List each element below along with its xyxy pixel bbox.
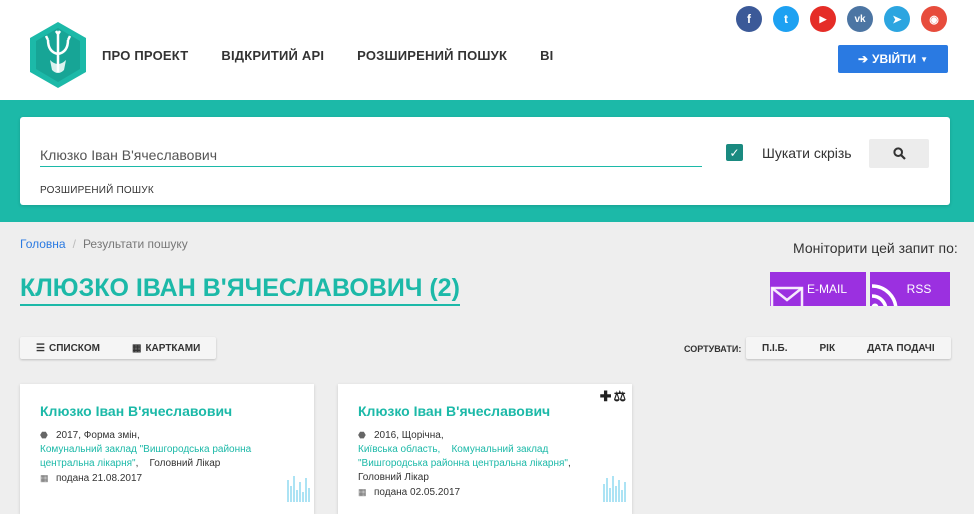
view-toggle-group: ☰ СПИСКОМ ▦ КАРТКАМИ <box>20 337 217 359</box>
result-card[interactable]: Клюзко Іван В'ячеславович ⬣ 2017, Форма з… <box>20 384 314 514</box>
calendar-icon: ▦ <box>40 473 49 483</box>
sort-label: СОРТУВАТИ: <box>684 344 742 354</box>
monitor-rss-button[interactable]: RSS <box>870 272 950 306</box>
list-icon: ☰ <box>36 342 45 354</box>
site-header: ПРО ПРОЕКТ ВІДКРИТИЙ API РОЗШИРЕНИЙ ПОШУ… <box>0 0 974 100</box>
rss-feed-icon <box>871 284 898 306</box>
nav-about[interactable]: ПРО ПРОЕКТ <box>102 48 188 63</box>
sort-by-name[interactable]: П.І.Б. <box>746 337 804 359</box>
search-band: ✓ Шукати скрізь РОЗШИРЕНИЙ ПОШУК <box>0 100 974 222</box>
monitor-label: Моніторити цей запит по: <box>793 240 958 256</box>
page-title: КЛЮЗКО ІВАН В'ЯЧЕСЛАВОВИЧ (2) <box>20 274 460 306</box>
telegram-icon[interactable]: ➤ <box>884 6 910 32</box>
social-links: f t ▶ vk ➤ ◉ <box>736 6 947 32</box>
card-person-name[interactable]: Клюзко Іван В'ячеславович <box>358 403 550 419</box>
nav-open-api[interactable]: ВІДКРИТИЙ API <box>221 48 324 63</box>
sort-by-year[interactable]: РІК <box>804 337 852 359</box>
barcode-icon <box>603 476 626 502</box>
nav-bi[interactable]: BI <box>540 48 553 63</box>
search-input[interactable] <box>40 143 702 167</box>
grid-icon: ▦ <box>132 342 142 354</box>
breadcrumb-current: Результати пошуку <box>82 237 188 251</box>
view-cards-button[interactable]: ▦ КАРТКАМИ <box>116 337 216 359</box>
monitor-email-button[interactable]: E-MAIL <box>770 272 866 306</box>
card-meta: ⬣ 2016, Щорічна, Київська область, Комуна… <box>358 430 571 498</box>
rss-icon[interactable]: ◉ <box>921 6 947 32</box>
sort-group: П.І.Б. РІК ДАТА ПОДАЧІ <box>746 337 951 359</box>
scales-icon[interactable]: ⚖ <box>613 388 626 405</box>
card-region-link[interactable]: Київська область, <box>358 444 440 455</box>
checkmark-icon: ✓ <box>729 145 740 160</box>
facebook-icon[interactable]: f <box>736 6 762 32</box>
search-button[interactable] <box>869 139 929 168</box>
twitter-icon[interactable]: t <box>773 6 799 32</box>
breadcrumb: Головна / Результати пошуку <box>20 237 188 251</box>
result-card[interactable]: ✚ ⚖ Клюзко Іван В'ячеславович ⬣ 2016, Щор… <box>338 384 632 514</box>
card-tools: ✚ ⚖ <box>600 388 626 405</box>
search-icon <box>892 147 906 160</box>
barcode-icon <box>287 476 310 502</box>
calendar-icon: ▦ <box>358 487 367 497</box>
vk-icon[interactable]: vk <box>847 6 873 32</box>
search-everywhere-label: Шукати скрізь <box>762 145 852 161</box>
nav-advanced-search[interactable]: РОЗШИРЕНИЙ ПОШУК <box>357 48 507 63</box>
login-button[interactable]: ➔ УВІЙТИ ▼ <box>838 45 948 73</box>
search-everywhere-checkbox[interactable]: ✓ <box>726 144 743 161</box>
logo-icon[interactable] <box>28 22 88 88</box>
envelope-icon <box>770 286 804 306</box>
tag-icon: ⬣ <box>40 430 48 440</box>
youtube-icon[interactable]: ▶ <box>810 6 836 32</box>
card-meta: ⬣ 2017, Форма змін, Комунальний заклад "В… <box>40 430 252 484</box>
card-person-name[interactable]: Клюзко Іван В'ячеславович <box>40 403 232 419</box>
breadcrumb-home[interactable]: Головна <box>20 237 66 251</box>
sort-by-date[interactable]: ДАТА ПОДАЧІ <box>851 337 951 359</box>
advanced-search-link[interactable]: РОЗШИРЕНИЙ ПОШУК <box>40 185 154 196</box>
compare-add-icon[interactable]: ✚ <box>600 388 612 405</box>
tag-icon: ⬣ <box>358 430 366 440</box>
login-icon: ➔ <box>857 52 869 66</box>
view-list-button[interactable]: ☰ СПИСКОМ <box>20 337 116 359</box>
caret-down-icon: ▼ <box>920 54 929 64</box>
search-card: ✓ Шукати скрізь РОЗШИРЕНИЙ ПОШУК <box>20 117 950 205</box>
main-nav: ПРО ПРОЕКТ ВІДКРИТИЙ API РОЗШИРЕНИЙ ПОШУ… <box>102 48 553 63</box>
